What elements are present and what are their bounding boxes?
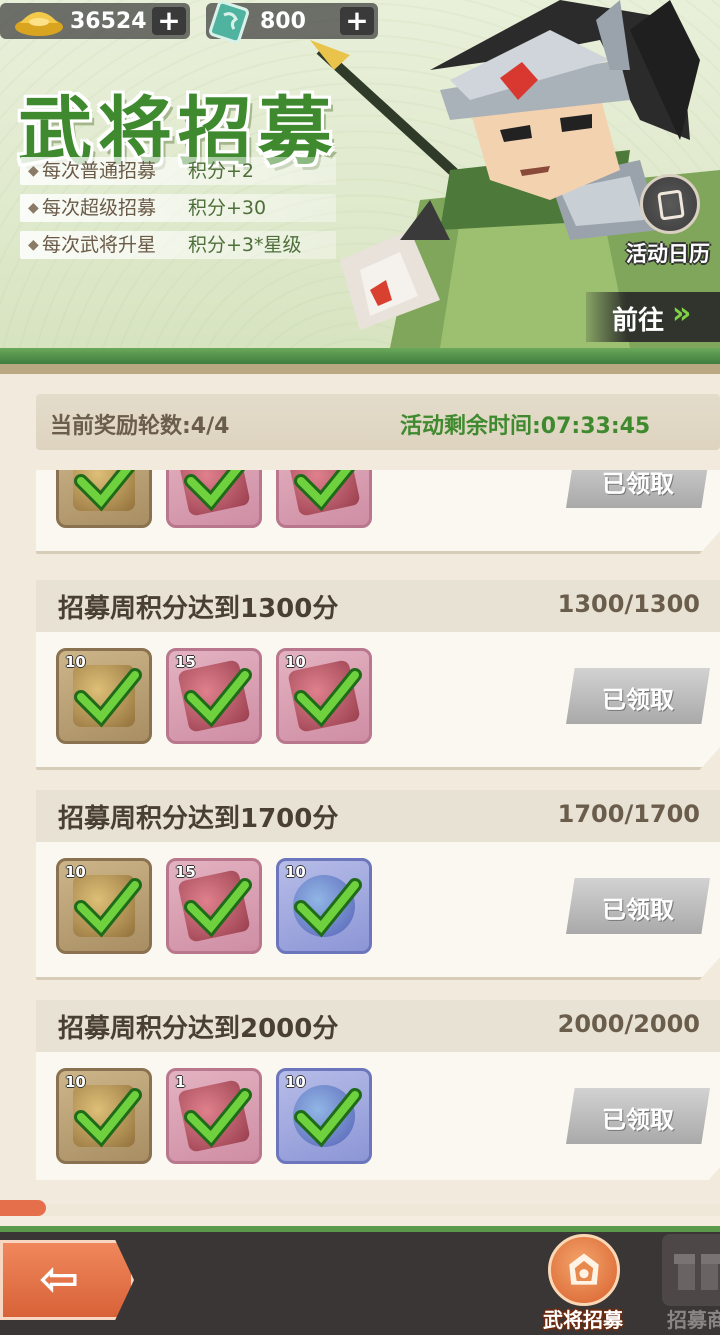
- reward-item[interactable]: 15: [166, 648, 262, 744]
- reward-card: 已领取: [36, 470, 720, 554]
- recruit-ticket-icon: [209, 0, 249, 43]
- gold-currency: 36524 +: [0, 3, 190, 39]
- bottom-nav: ⇦ 武将招募 招募商: [0, 1226, 720, 1335]
- goto-button[interactable]: 前往 »: [586, 292, 720, 342]
- check-icon: [74, 668, 142, 728]
- reward-item[interactable]: 10: [56, 648, 152, 744]
- tab-label: 武将招募: [543, 1308, 623, 1332]
- reward-milestone: 招募周积分达到2000分: [58, 1014, 339, 1044]
- tab-label: 招募商: [667, 1308, 720, 1332]
- bottom-decoration: [0, 1200, 46, 1216]
- reward-item[interactable]: 1: [166, 1068, 262, 1164]
- diamond-bullet-icon: ◆: [28, 237, 39, 253]
- reward-item[interactable]: [56, 470, 152, 528]
- goto-label: 前往: [612, 306, 665, 336]
- check-icon: [184, 470, 252, 512]
- gold-amount: 36524: [70, 9, 147, 34]
- reward-item[interactable]: 10: [56, 1068, 152, 1164]
- claimed-label: 已领取: [602, 470, 674, 498]
- claimed-label: 已领取: [602, 896, 674, 924]
- rule-row: ◆ 每次武将升星 积分+3*星级: [20, 231, 336, 259]
- rule-text: 每次超级招募: [42, 197, 157, 219]
- reward-item[interactable]: 10: [276, 1068, 372, 1164]
- reward-card-header: 招募周积分达到1300分 1300/1300: [36, 580, 720, 632]
- reward-item[interactable]: 15: [166, 858, 262, 954]
- check-icon: [184, 668, 252, 728]
- reward-milestone: 招募周积分达到1300分: [58, 594, 339, 624]
- reward-panel: 当前奖励轮数:4/4 活动剩余时间:07:33:45 已领取 招募周积分达到13…: [0, 374, 720, 1204]
- ticket-amount: 800: [260, 9, 306, 34]
- reward-list[interactable]: 已领取 招募周积分达到1300分 1300/1300 10 15 10 已领取 …: [0, 470, 720, 1180]
- ticket-currency: 800 +: [206, 0, 378, 43]
- check-icon: [294, 878, 362, 938]
- back-arrow-icon: ⇦: [39, 1251, 80, 1307]
- reward-milestone: 招募周积分达到1700分: [58, 804, 339, 834]
- add-ticket-button[interactable]: +: [340, 7, 374, 35]
- check-icon: [74, 878, 142, 938]
- check-icon: [294, 668, 362, 728]
- reward-progress: 1700/1700: [557, 800, 700, 828]
- rule-points: 积分+30: [188, 197, 267, 219]
- reward-card-header: 招募周积分达到1700分 1700/1700: [36, 790, 720, 842]
- check-icon: [184, 1088, 252, 1148]
- diamond-bullet-icon: ◆: [28, 163, 39, 179]
- banner-divider-shadow: [0, 364, 720, 374]
- tab-general-recruit[interactable]: 武将招募: [538, 1234, 628, 1332]
- reward-card: 招募周积分达到1700分 1700/1700 10 15 10 已领取: [36, 790, 720, 980]
- claimed-label: 已领取: [602, 686, 674, 714]
- bottom-strip: [0, 1216, 720, 1226]
- claimed-button[interactable]: 已领取: [566, 668, 710, 724]
- tab-recruit-shop[interactable]: 招募商: [652, 1234, 720, 1332]
- check-icon: [74, 470, 142, 512]
- claimed-label: 已领取: [602, 1106, 674, 1134]
- rule-row: ◆ 每次普通招募 积分+2: [20, 157, 336, 185]
- double-chevron-right-icon: »: [672, 296, 692, 331]
- reward-item[interactable]: [276, 470, 372, 528]
- claimed-button[interactable]: 已领取: [566, 470, 710, 508]
- calendar-icon: [657, 189, 685, 221]
- reward-card-header: 招募周积分达到2000分 2000/2000: [36, 1000, 720, 1052]
- reward-item[interactable]: [166, 470, 262, 528]
- reward-card: 招募周积分达到2000分 2000/2000 10 1 10 已领取: [36, 1000, 720, 1180]
- check-icon: [294, 470, 362, 512]
- banner-divider: [0, 348, 720, 364]
- check-icon: [184, 878, 252, 938]
- check-icon: [74, 1088, 142, 1148]
- reward-item[interactable]: 10: [276, 858, 372, 954]
- add-gold-button[interactable]: +: [152, 7, 186, 35]
- rule-points: 积分+3*星级: [188, 234, 302, 256]
- recruit-icon: [548, 1234, 620, 1306]
- claimed-button[interactable]: 已领取: [566, 878, 710, 934]
- reward-item[interactable]: 10: [56, 858, 152, 954]
- rule-row: ◆ 每次超级招募 积分+30: [20, 194, 336, 222]
- reward-item[interactable]: 10: [276, 648, 372, 744]
- gold-ingot-icon: [15, 12, 63, 36]
- reward-round-count: 当前奖励轮数:4/4: [50, 414, 230, 439]
- info-bar: 当前奖励轮数:4/4 活动剩余时间:07:33:45: [36, 394, 720, 450]
- bottom-nav-accent: [0, 1226, 720, 1232]
- reward-progress: 1300/1300: [557, 590, 700, 618]
- reward-progress: 2000/2000: [557, 1010, 700, 1038]
- activity-calendar-button[interactable]: [640, 174, 700, 234]
- event-banner: 36524 + 800 + 武将招募 ◆ 每次普通招募 积分+2 ◆ 每次超级招…: [0, 0, 720, 362]
- event-countdown: 活动剩余时间:07:33:45: [400, 414, 651, 439]
- rule-text: 每次武将升星: [42, 234, 157, 256]
- rule-text: 每次普通招募: [42, 160, 157, 182]
- claimed-button[interactable]: 已领取: [566, 1088, 710, 1144]
- check-icon: [294, 1088, 362, 1148]
- activity-calendar-label[interactable]: 活动日历: [626, 238, 710, 268]
- reward-card: 招募周积分达到1300分 1300/1300 10 15 10 已领取: [36, 580, 720, 770]
- diamond-bullet-icon: ◆: [28, 200, 39, 216]
- back-button[interactable]: ⇦: [0, 1240, 134, 1320]
- gift-shop-icon: [662, 1234, 720, 1306]
- rule-points: 积分+2: [188, 160, 255, 182]
